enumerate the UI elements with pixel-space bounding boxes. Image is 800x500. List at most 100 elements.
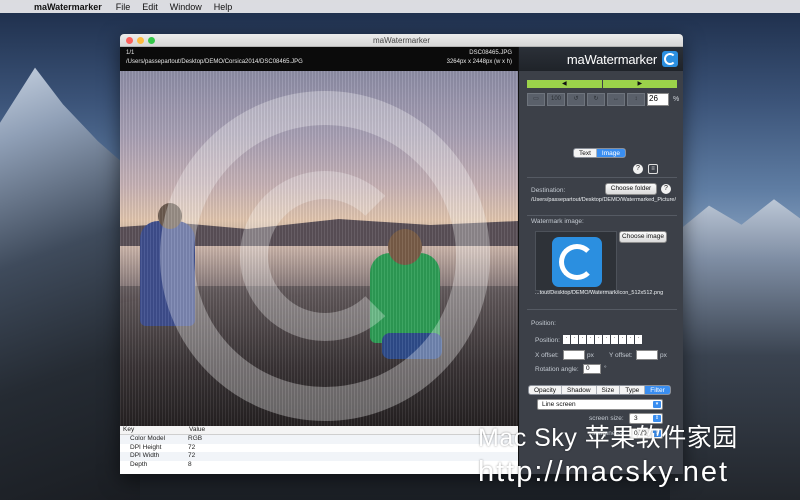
chevron-down-icon: ▾ xyxy=(653,401,661,408)
tab-text[interactable]: Text xyxy=(574,149,597,157)
help-icon[interactable]: ? xyxy=(633,164,643,174)
position-bottom-left[interactable]: · xyxy=(611,335,618,344)
position-bottom-center[interactable]: · xyxy=(619,335,626,344)
destination-label: Destination: xyxy=(531,187,566,194)
metadata-key: DPI Width xyxy=(130,452,160,459)
brand-bar: maWatermarker xyxy=(519,47,683,71)
tab-opacity[interactable]: Opacity xyxy=(529,386,563,394)
menu-edit[interactable]: Edit xyxy=(142,2,158,12)
menu-window[interactable]: Window xyxy=(170,2,202,12)
site-watermark: Mac Sky 苹果软件家园 http://macsky.net xyxy=(478,418,738,489)
choose-folder-button[interactable]: Choose folder xyxy=(605,183,657,195)
metadata-header-value[interactable]: Value xyxy=(189,426,205,434)
watermark-logo-icon xyxy=(552,237,602,287)
position-top-center[interactable]: · xyxy=(571,335,578,344)
tab-image[interactable]: Image xyxy=(596,149,625,157)
rotation-unit: ° xyxy=(604,365,607,372)
filter-select-value: Line screen xyxy=(542,401,576,408)
image-info-bar: 1/1 /Users/passepartout/Desktop/DEMO/Cor… xyxy=(120,47,518,71)
x-offset-label: X offset: xyxy=(535,352,559,359)
next-image-button[interactable]: ▶ xyxy=(602,80,677,88)
divider xyxy=(527,309,677,310)
y-offset-unit: px xyxy=(660,352,667,359)
rotate-right-icon[interactable]: ↻ xyxy=(587,92,605,106)
image-counter: 1/1 xyxy=(126,50,135,56)
tab-size[interactable]: Size xyxy=(597,386,621,394)
position-middle-right[interactable]: · xyxy=(603,335,610,344)
menu-help[interactable]: Help xyxy=(214,2,233,12)
position-bottom-right[interactable]: · xyxy=(627,335,634,344)
destination-path: /Users/passepartout/Desktop/DEMO/Waterma… xyxy=(531,197,676,203)
rotation-label: Rotation angle: xyxy=(535,366,579,373)
flip-horizontal-icon[interactable]: ↔ xyxy=(607,92,625,106)
choose-image-button[interactable]: Choose image xyxy=(619,231,667,243)
fit-icon[interactable]: ▭ xyxy=(527,92,545,106)
position-top-right[interactable]: · xyxy=(579,335,586,344)
watermark-image-path: ...tout/Desktop/DEMO/Watermark/icon_512x… xyxy=(535,290,664,296)
previous-image-button[interactable]: ◀ xyxy=(527,80,602,88)
table-row[interactable]: Depth 8 xyxy=(120,461,518,470)
zoom-button[interactable] xyxy=(148,37,155,44)
settings-panel: maWatermarker ◀ ▶ ▭ 100 ↺ ↻ ↔ ↕ 26 % Tex… xyxy=(518,47,683,474)
position-center[interactable]: · xyxy=(595,335,602,344)
filter-select[interactable]: Line screen ▾ xyxy=(537,399,663,410)
window-title: maWatermarker xyxy=(372,36,431,45)
app-window: maWatermarker 1/1 /Users/passepartout/De… xyxy=(120,34,683,474)
tab-filter[interactable]: Filter xyxy=(645,386,670,394)
image-dimensions: 3264px x 2448px (w x h) xyxy=(446,59,512,65)
metadata-header: Key Value xyxy=(120,426,518,435)
metadata-header-key[interactable]: Key xyxy=(123,426,189,434)
zoom-input[interactable]: 26 xyxy=(647,92,669,106)
position-middle-left[interactable]: · xyxy=(587,335,594,344)
menubar: maWatermarker File Edit Window Help xyxy=(0,0,800,13)
divider xyxy=(527,177,677,178)
table-row[interactable]: Color Model RGB xyxy=(120,435,518,444)
table-row[interactable]: DPI Width 72 xyxy=(120,452,518,461)
menu-file[interactable]: File xyxy=(116,2,131,12)
photo-preview[interactable] xyxy=(120,71,518,426)
watermark-image-preview[interactable] xyxy=(535,231,617,291)
site-watermark-url: http://macsky.net xyxy=(478,456,730,488)
app-logo-icon xyxy=(662,51,678,67)
site-watermark-name: Mac Sky 苹果软件家园 xyxy=(478,424,738,452)
position-section-label: Position: xyxy=(531,320,556,327)
y-offset-label: Y offset: xyxy=(609,352,633,359)
desktop-mountains-left xyxy=(0,67,140,500)
brand-title: maWatermarker xyxy=(566,51,657,67)
database-icon[interactable]: ≡ xyxy=(648,164,658,174)
destination-help-icon[interactable]: ? xyxy=(661,184,671,194)
position-top-left[interactable]: · xyxy=(563,335,570,344)
y-offset-input[interactable] xyxy=(636,350,658,360)
table-row[interactable]: DPI Height 72 xyxy=(120,444,518,453)
line-screen-filter-overlay xyxy=(120,71,518,426)
image-filename: DSC08465.JPG xyxy=(469,50,512,56)
metadata-value: 8 xyxy=(188,460,192,468)
metadata-table: Key Value Color Model RGB DPI Height 72 … xyxy=(120,426,518,474)
watermark-type-tabs: Text Image xyxy=(573,148,626,158)
preview-pane: 1/1 /Users/passepartout/Desktop/DEMO/Cor… xyxy=(120,47,518,474)
close-button[interactable] xyxy=(126,37,133,44)
metadata-value: 72 xyxy=(188,452,196,459)
zoom-unit: % xyxy=(673,95,680,103)
position-label: Position: xyxy=(535,337,560,344)
x-offset-unit: px xyxy=(587,352,594,359)
menu-app-name[interactable]: maWatermarker xyxy=(34,2,102,12)
metadata-value: 72 xyxy=(188,443,196,451)
x-offset-input[interactable] xyxy=(563,350,585,360)
tab-shadow[interactable]: Shadow xyxy=(562,386,597,394)
metadata-key: DPI Height xyxy=(130,443,162,451)
position-custom[interactable]: · xyxy=(635,335,642,344)
rotation-input[interactable]: 0 xyxy=(583,364,601,374)
window-titlebar[interactable]: maWatermarker xyxy=(120,34,683,47)
metadata-key: Depth xyxy=(130,460,148,468)
flip-vertical-icon[interactable]: ↕ xyxy=(627,92,645,106)
image-navigation: ◀ ▶ xyxy=(527,80,677,88)
divider xyxy=(527,215,677,216)
minimize-button[interactable] xyxy=(137,37,144,44)
rotate-left-icon[interactable]: ↺ xyxy=(567,92,585,106)
tab-type[interactable]: Type xyxy=(620,386,646,394)
metadata-value: RGB xyxy=(188,435,203,442)
preview-toolbar: ▭ 100 ↺ ↻ ↔ ↕ 26 % xyxy=(527,92,679,106)
actual-size-icon[interactable]: 100 xyxy=(547,92,565,106)
effect-tabs: Opacity Shadow Size Type Filter xyxy=(528,385,671,395)
